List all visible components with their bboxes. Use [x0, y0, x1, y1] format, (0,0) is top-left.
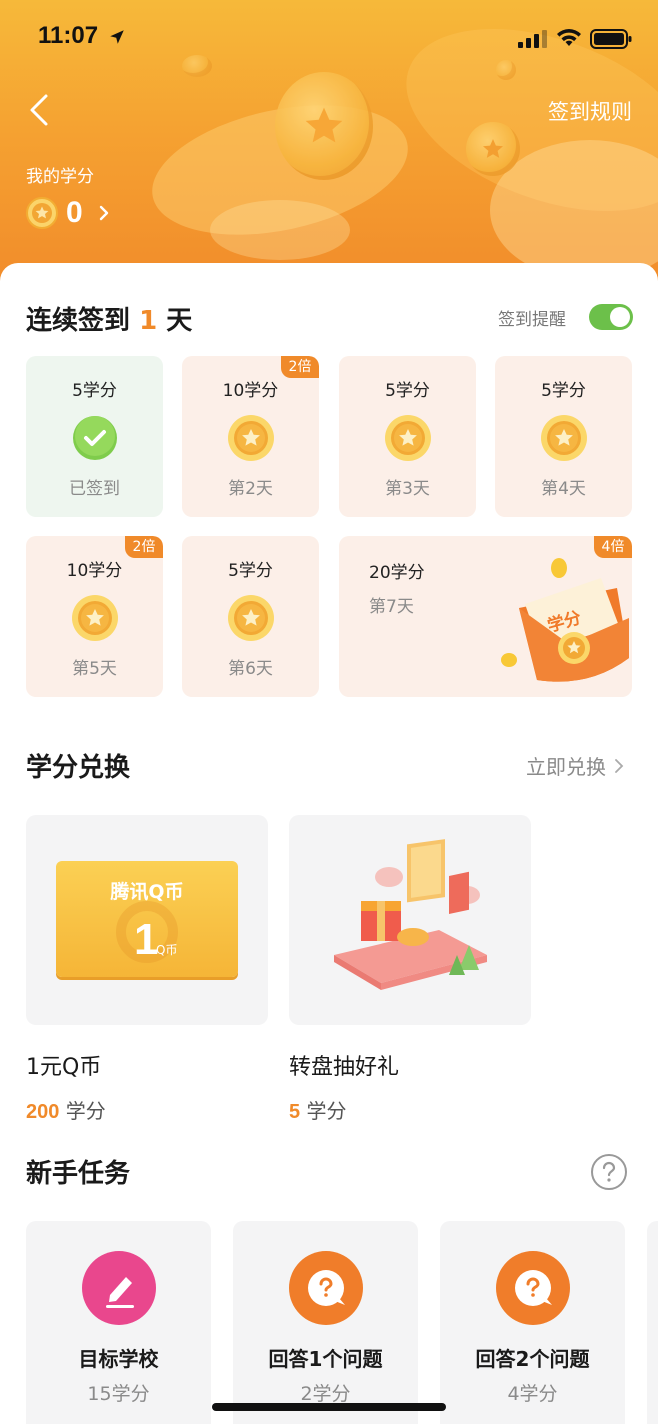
day-points: 10学分: [222, 381, 279, 401]
chevron-right-icon: [99, 205, 108, 221]
coin-icon: [227, 595, 274, 641]
chevron-right-icon: [615, 758, 624, 773]
red-packet-icon: 学分: [501, 558, 629, 682]
lottery-illustration-icon: [334, 839, 487, 990]
multiplier-badge: 2倍: [125, 536, 163, 558]
prize-cost: 200 学分: [26, 1095, 106, 1124]
reminder-toggle[interactable]: [589, 304, 633, 330]
prize-cost: 5 学分: [289, 1095, 346, 1124]
task-card-answer-2[interactable]: 回答2个问题 4学分: [440, 1221, 625, 1424]
toggle-knob: [610, 307, 630, 327]
coin-icon: [71, 595, 118, 641]
reminder-label: 签到提醒: [498, 310, 566, 330]
day-label: 第4天: [541, 479, 586, 499]
day-label: 已签到: [69, 479, 120, 499]
task-points: 4学分: [507, 1383, 558, 1405]
decor-coin-icon: [182, 55, 212, 77]
decor-coin-icon: [275, 72, 373, 180]
prize-cost-number: 5: [289, 1101, 301, 1123]
main-sheet: 连续签到 1 天 签到提醒 5学分 已签到 2倍 10学分 第2天 5学分 第3…: [0, 263, 658, 1424]
day-card-3[interactable]: 5学分 第3天: [339, 356, 476, 517]
help-icon[interactable]: [590, 1153, 628, 1191]
header-banner: 11:07 签到规则 我的学分 0: [0, 0, 658, 300]
question-icon: [495, 1251, 570, 1325]
streak-title: 连续签到 1 天: [26, 300, 192, 337]
decor-blob: [210, 200, 350, 260]
day-card-6[interactable]: 5学分 第6天: [182, 536, 319, 697]
exchange-now-link[interactable]: 立即兑换: [526, 751, 624, 780]
day-points: 5学分: [72, 381, 117, 401]
coin-icon: [384, 415, 431, 461]
battery-icon: [590, 29, 632, 49]
back-button[interactable]: [26, 92, 54, 128]
prize-cost-number: 200: [26, 1101, 60, 1123]
signal-icon: [518, 30, 547, 48]
day-points: 10学分: [66, 561, 123, 581]
day-label: 第5天: [72, 659, 117, 679]
task-card-target-school[interactable]: 目标学校 15学分: [26, 1221, 211, 1424]
task-card-answer-1[interactable]: 回答1个问题 2学分: [233, 1221, 418, 1424]
day-label: 第7天: [369, 597, 414, 617]
prize-cost-unit: 学分: [65, 1099, 106, 1123]
streak-suffix: 天: [166, 306, 193, 336]
task-name: 回答2个问题: [475, 1347, 590, 1371]
day-points: 5学分: [541, 381, 586, 401]
multiplier-badge: 2倍: [281, 356, 319, 378]
day-points: 20学分: [369, 563, 425, 583]
exchange-title: 学分兑换: [26, 753, 131, 783]
pencil-icon: [81, 1251, 156, 1325]
qcoin-voucher-unit: Q币: [156, 943, 178, 957]
prize-card-qcoin[interactable]: 腾讯Q币 1 Q币: [26, 815, 268, 1025]
decor-coin-icon: [496, 60, 516, 80]
day-points: 5学分: [228, 561, 273, 581]
check-circle-icon: [72, 416, 117, 460]
decor-coin-icon: [466, 122, 520, 176]
task-points: 2学分: [300, 1383, 351, 1405]
tasks-title: 新手任务: [26, 1159, 131, 1189]
my-credits-entry[interactable]: 0: [26, 196, 111, 230]
day-label: 第6天: [228, 659, 273, 679]
coin-icon: [227, 415, 274, 461]
coin-icon: [26, 197, 58, 229]
prize-name: 1元Q币: [26, 1055, 102, 1080]
day-label: 第3天: [385, 479, 430, 499]
qcoin-voucher-title: 腾讯Q币: [110, 881, 184, 903]
day-card-7[interactable]: 4倍 20学分 第7天 学分: [339, 536, 632, 697]
prize-cost-unit: 学分: [306, 1099, 347, 1123]
day-label: 第2天: [228, 479, 273, 499]
day-card-2[interactable]: 2倍 10学分 第2天: [182, 356, 319, 517]
day-card-4[interactable]: 5学分 第4天: [495, 356, 632, 517]
qcoin-voucher-amount: 1: [134, 915, 159, 964]
exchange-now-label: 立即兑换: [526, 755, 606, 779]
streak-days: 1: [139, 306, 158, 336]
coin-icon: [540, 415, 587, 461]
prize-name: 转盘抽好礼: [289, 1055, 400, 1080]
credits-value: 0: [66, 196, 83, 229]
my-credits-label: 我的学分: [26, 167, 94, 187]
location-arrow-icon: [110, 30, 124, 44]
wifi-icon: [557, 29, 581, 46]
streak-prefix: 连续签到: [26, 306, 131, 336]
status-time: 11:07: [38, 22, 99, 49]
home-indicator: [212, 1403, 446, 1411]
task-name: 回答1个问题: [268, 1347, 383, 1371]
qcoin-voucher: 腾讯Q币 1 Q币: [56, 861, 238, 977]
day-card-1[interactable]: 5学分 已签到: [26, 356, 163, 517]
day-card-5[interactable]: 2倍 10学分 第5天: [26, 536, 163, 697]
task-points: 15学分: [87, 1383, 150, 1405]
sign-in-rules-link[interactable]: 签到规则: [548, 96, 632, 126]
task-name: 目标学校: [78, 1347, 159, 1371]
question-icon: [288, 1251, 363, 1325]
prize-card-lottery[interactable]: [289, 815, 531, 1025]
task-card-next-partial[interactable]: [647, 1221, 658, 1424]
day-points: 5学分: [385, 381, 430, 401]
